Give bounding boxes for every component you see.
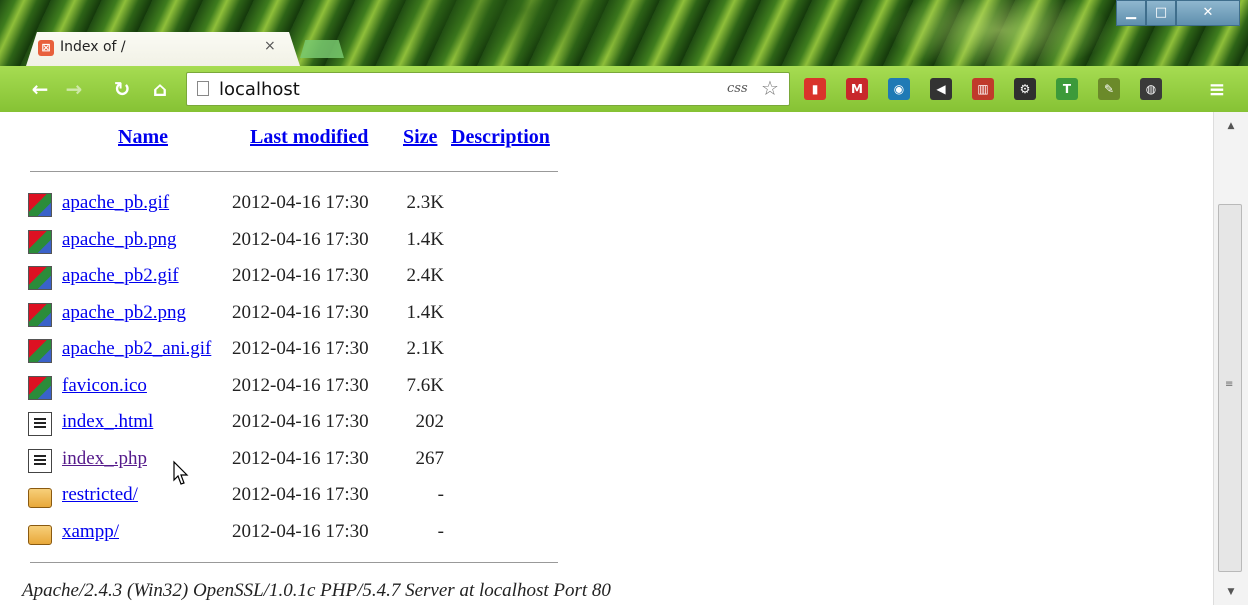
file-size: - [437, 484, 444, 505]
tab-title: Index of / [60, 39, 126, 55]
url-text[interactable]: localhost [219, 79, 300, 100]
reload-icon[interactable]: ↻ [110, 77, 134, 101]
back-arrow-icon[interactable]: ← [28, 77, 52, 101]
file-row: index_.html 2012-04-16 17:30 202 [0, 409, 600, 439]
settings-extension-icon[interactable]: ⚙ [1014, 78, 1036, 100]
folder-icon [28, 524, 52, 545]
file-row: apache_pb2.png 2012-04-16 17:30 1.4K [0, 300, 600, 330]
books-extension-icon[interactable]: ▥ [972, 78, 994, 100]
minimize-button[interactable]: ▁ [1116, 0, 1146, 26]
image-file-icon [28, 339, 52, 363]
menu-icon[interactable]: ≡ [1206, 77, 1228, 101]
text-file-icon [28, 412, 52, 436]
window-title-bar: ⊠ Index of / × ▁ □ ✕ [0, 0, 1248, 66]
file-link[interactable]: index_.php [62, 448, 147, 470]
evernote-extension-icon[interactable]: ◍ [1140, 78, 1162, 100]
file-date: 2012-04-16 17:30 [232, 228, 369, 250]
maximize-button[interactable]: □ [1146, 0, 1176, 26]
header-last-modified-link[interactable]: Last modified [250, 126, 368, 149]
speaker-extension-icon[interactable]: ◉ [888, 78, 910, 100]
file-link[interactable]: favicon.ico [62, 375, 147, 397]
scroll-up-icon[interactable]: ▲ [1214, 116, 1248, 136]
close-window-button[interactable]: ✕ [1176, 0, 1240, 26]
header-name-link[interactable]: Name [118, 126, 168, 149]
eyedropper-extension-icon[interactable]: ✎ [1098, 78, 1120, 100]
file-date: 2012-04-16 17:30 [232, 192, 369, 213]
server-signature: Apache/2.4.3 (Win32) OpenSSL/1.0.1c PHP/… [22, 580, 611, 601]
file-size: 2.3K [406, 192, 444, 213]
file-row: apache_pb.gif 2012-04-16 17:30 2.3K [0, 190, 600, 220]
file-date: 2012-04-16 17:30 [232, 338, 369, 359]
file-size: 2.1K [406, 338, 444, 359]
file-row: apache_pb.png 2012-04-16 17:30 1.4K [0, 227, 600, 257]
file-link[interactable]: xampp/ [62, 521, 119, 543]
scrollbar-grip-icon: ≡ [1225, 379, 1234, 390]
file-link[interactable]: apache_pb2.gif [62, 265, 179, 287]
file-link[interactable]: apache_pb2_ani.gif [62, 338, 211, 360]
file-date: 2012-04-16 17:30 [232, 411, 369, 432]
image-file-icon [28, 266, 52, 290]
image-file-icon [28, 229, 52, 254]
file-size: 2.4K [406, 265, 444, 286]
volume-extension-icon[interactable]: ◀ [930, 78, 952, 100]
vertical-scrollbar[interactable]: ▲ ≡ ▼ [1213, 112, 1248, 605]
file-size: 202 [415, 411, 445, 432]
home-icon[interactable]: ⌂ [148, 77, 172, 101]
file-date: 2012-04-16 17:30 [232, 301, 369, 323]
gmail-extension-icon[interactable]: M [846, 78, 868, 100]
file-row: apache_pb2.gif 2012-04-16 17:30 2.4K [0, 263, 600, 293]
forward-arrow-icon[interactable]: → [62, 77, 86, 101]
file-row: xampp/2012-04-16 17:30 - [0, 519, 600, 549]
xampp-favicon-icon: ⊠ [38, 40, 54, 56]
image-file-icon [28, 302, 52, 327]
folder-icon [28, 488, 52, 508]
file-date: 2012-04-16 17:30 [232, 520, 369, 542]
file-date: 2012-04-16 17:30 [232, 447, 369, 469]
file-size: - [437, 520, 444, 542]
file-row: index_.php 2012-04-16 17:30 267 [0, 446, 600, 476]
t-extension-icon[interactable]: T [1056, 78, 1078, 100]
bookmark-star-icon[interactable]: ☆ [761, 76, 779, 100]
scroll-down-icon[interactable]: ▼ [1214, 582, 1248, 602]
header-description-link[interactable]: Description [451, 126, 550, 149]
browser-toolbar: ← → ↻ ⌂ localhost css ☆ ▮ M ◉ ◀ ▥ ⚙ T ✎ ◍ ≡ [0, 66, 1248, 113]
new-tab-button[interactable] [300, 40, 344, 58]
address-bar[interactable]: localhost css ☆ [186, 72, 790, 106]
file-link[interactable]: index_.html [62, 411, 153, 433]
file-row: apache_pb2_ani.gif 2012-04-16 17:30 2.1K [0, 336, 600, 366]
scrollbar-thumb[interactable]: ≡ [1218, 204, 1242, 572]
file-date: 2012-04-16 17:30 [232, 265, 369, 286]
bottom-divider [30, 562, 558, 563]
image-file-icon [28, 193, 52, 217]
file-size: 7.6K [406, 374, 444, 396]
file-size: 267 [415, 447, 445, 469]
image-file-icon [28, 375, 52, 400]
file-size: 1.4K [406, 301, 444, 323]
text-file-icon [28, 448, 52, 473]
acrobat-extension-icon[interactable]: ▮ [804, 78, 826, 100]
file-size: 1.4K [406, 228, 444, 250]
file-date: 2012-04-16 17:30 [232, 374, 369, 396]
top-divider [30, 171, 558, 172]
tab-close-icon[interactable]: × [264, 38, 276, 54]
tab-index-of[interactable]: ⊠ Index of / × [26, 32, 300, 66]
file-row: favicon.ico 2012-04-16 17:30 7.6K [0, 373, 600, 403]
file-link[interactable]: apache_pb.png [62, 229, 176, 251]
mouse-cursor-icon [173, 460, 189, 485]
file-row: restricted/2012-04-16 17:30 - [0, 482, 600, 512]
css-indicator[interactable]: css [727, 81, 748, 96]
page-icon [197, 81, 209, 96]
file-link[interactable]: apache_pb.gif [62, 192, 169, 214]
file-link[interactable]: restricted/ [62, 484, 138, 506]
header-size-link[interactable]: Size [403, 126, 437, 149]
page-content: Name Last modified Size Description apac… [0, 112, 1213, 605]
file-date: 2012-04-16 17:30 [232, 484, 369, 505]
file-link[interactable]: apache_pb2.png [62, 302, 186, 324]
